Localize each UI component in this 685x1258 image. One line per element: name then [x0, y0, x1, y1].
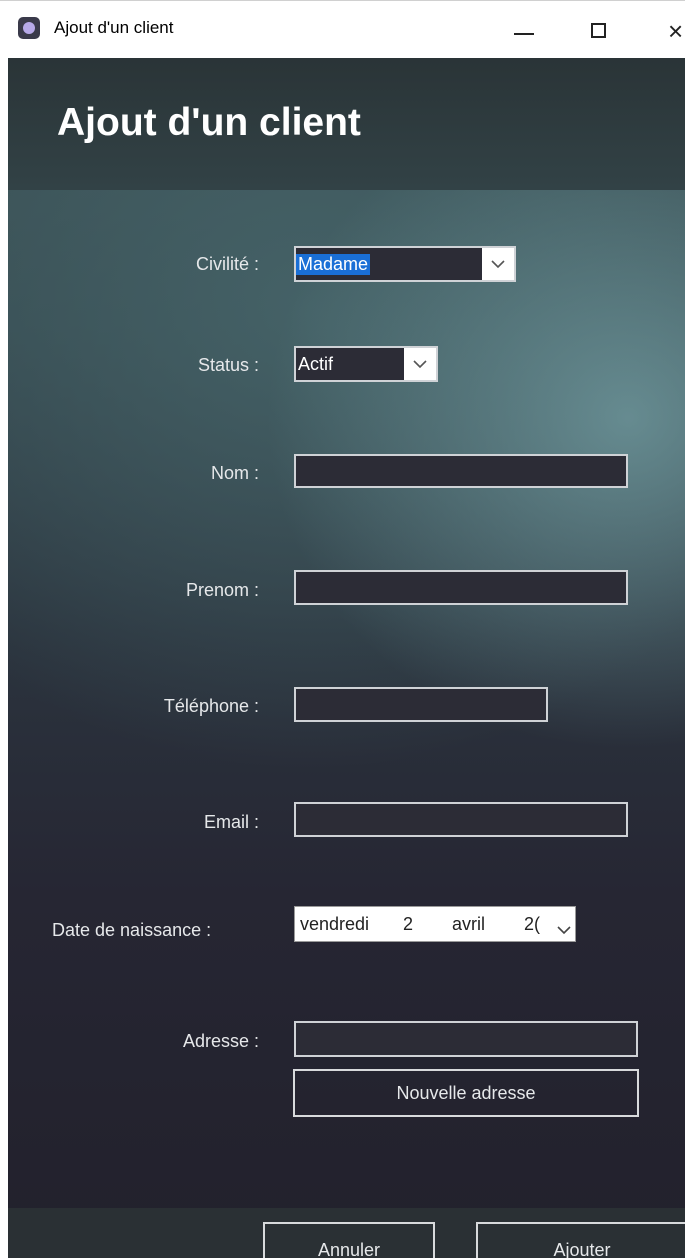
date-day[interactable]: 2: [403, 914, 413, 935]
status-value: Actif: [298, 353, 334, 374]
close-icon[interactable]: ×: [668, 11, 685, 51]
adresse-label: Adresse :: [182, 1031, 259, 1051]
chevron-down-icon: [404, 348, 436, 380]
status-select[interactable]: Actif: [294, 346, 438, 382]
app-icon: [18, 17, 40, 39]
nouvelle-adresse-button[interactable]: Nouvelle adresse: [293, 1069, 639, 1117]
date-naissance-picker[interactable]: vendredi 2 avril 2(: [294, 906, 576, 942]
client-form-window: Ajout d'un client Civilité : Madame Stat…: [8, 58, 685, 1258]
telephone-input[interactable]: [294, 687, 548, 722]
window-titlebar: Ajout d'un client ×: [0, 0, 685, 58]
maximize-icon[interactable]: [579, 11, 619, 51]
date-month[interactable]: avril: [452, 914, 485, 935]
minimize-icon[interactable]: [504, 11, 544, 51]
civilite-label: Civilité :: [195, 254, 259, 274]
date-naissance-label: Date de naissance :: [52, 920, 212, 940]
nom-input[interactable]: [294, 454, 628, 488]
status-label: Status :: [197, 355, 259, 375]
prenom-input[interactable]: [294, 570, 628, 605]
page-title: Ajout d'un client: [57, 101, 361, 144]
footer-bar: Annuler Ajouter: [8, 1208, 685, 1258]
date-year[interactable]: 2(: [524, 914, 542, 935]
window-title: Ajout d'un client: [54, 18, 174, 37]
cancel-button[interactable]: Annuler: [263, 1222, 435, 1258]
adresse-input[interactable]: [294, 1021, 638, 1057]
nom-label: Nom :: [210, 463, 259, 483]
civilite-value: Madame: [296, 253, 371, 275]
date-weekday[interactable]: vendredi: [300, 914, 369, 935]
add-button[interactable]: Ajouter: [476, 1222, 685, 1258]
page-header: Ajout d'un client: [8, 58, 685, 190]
chevron-down-icon[interactable]: [557, 919, 571, 940]
prenom-label: Prenom :: [185, 580, 259, 600]
email-label: Email :: [203, 812, 259, 832]
chevron-down-icon: [482, 248, 514, 280]
telephone-label: Téléphone :: [163, 696, 259, 716]
email-input[interactable]: [294, 802, 628, 837]
civilite-select[interactable]: Madame: [294, 246, 516, 282]
